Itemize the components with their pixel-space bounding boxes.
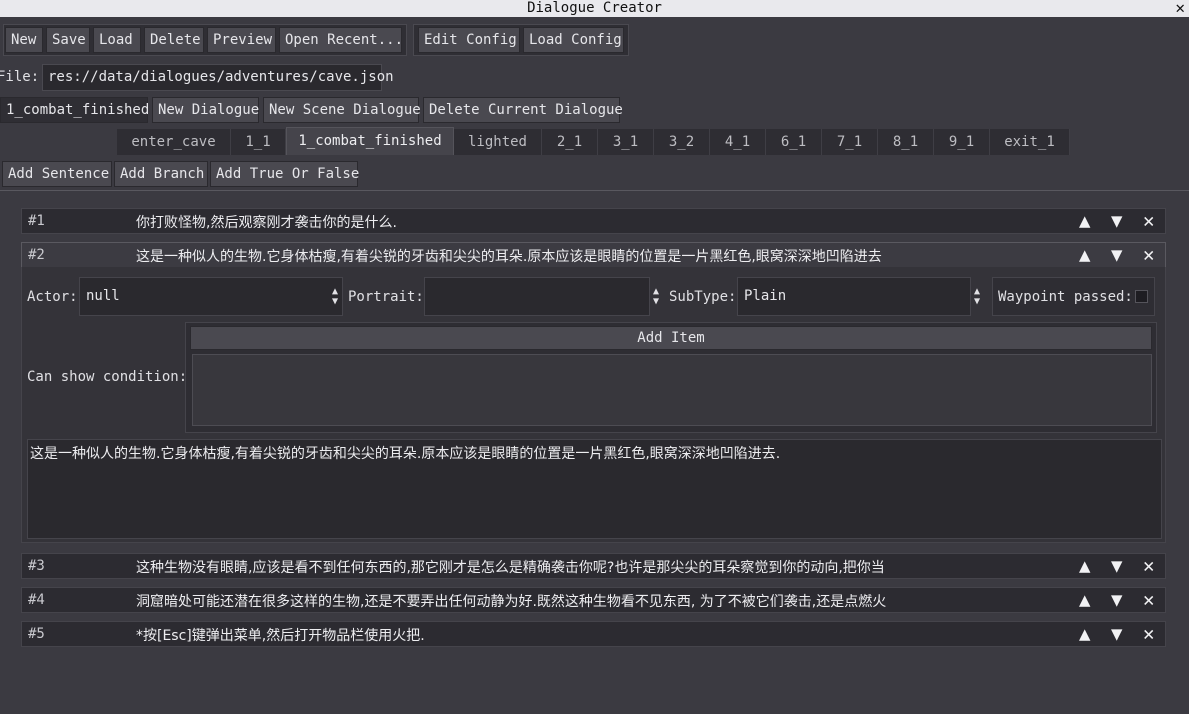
- waypoint-group: Waypoint passed:: [992, 277, 1155, 316]
- arrow-up-icon[interactable]: ▲: [1079, 555, 1090, 577]
- window-titlebar: Dialogue Creator ✕: [0, 0, 1189, 17]
- file-toolbar: New Save Load Delete Preview Open Recent…: [3, 24, 407, 56]
- close-icon[interactable]: ✕: [1143, 555, 1154, 577]
- add-branch-button[interactable]: Add Branch: [114, 161, 208, 187]
- close-icon[interactable]: ✕: [1143, 589, 1154, 611]
- close-icon[interactable]: ✕: [1143, 623, 1154, 645]
- tab-enter-cave[interactable]: enter_cave: [117, 129, 231, 155]
- new-scene-dialogue-button[interactable]: New Scene Dialogue: [263, 97, 421, 123]
- portrait-select[interactable]: [424, 277, 650, 316]
- sentence-row[interactable]: #4 洞窟暗处可能还潜在很多这样的生物,还是不要弄出任何动静为好.既然这种生物看…: [21, 587, 1166, 613]
- sentence-number: #5: [28, 626, 45, 642]
- open-recent-button[interactable]: Open Recent...: [279, 27, 403, 53]
- updown-spinner-icon[interactable]: ▲ ▼: [332, 277, 338, 316]
- arrow-down-icon[interactable]: ▼: [1111, 210, 1122, 232]
- can-show-condition-label: Can show condition:: [27, 369, 188, 385]
- edit-config-button[interactable]: Edit Config: [418, 27, 520, 53]
- new-dialogue-button[interactable]: New Dialogue: [152, 97, 259, 123]
- file-label: File:: [0, 69, 40, 85]
- arrow-down-icon[interactable]: ▼: [1111, 589, 1122, 611]
- condition-container: Add Item: [185, 322, 1157, 433]
- close-icon[interactable]: ✕: [1143, 210, 1154, 232]
- add-true-or-false-button[interactable]: Add True Or False: [210, 161, 359, 187]
- delete-current-dialogue-button[interactable]: Delete Current Dialogue: [423, 97, 623, 123]
- sentence-text[interactable]: *按[Esc]键弹出菜单,然后打开物品栏使用火把.: [136, 625, 1016, 645]
- condition-list[interactable]: [192, 354, 1152, 426]
- actor-select[interactable]: null: [79, 277, 343, 316]
- tab-3-1[interactable]: 3_1: [598, 129, 654, 155]
- preview-button[interactable]: Preview: [207, 27, 276, 53]
- tab-3-2[interactable]: 3_2: [654, 129, 710, 155]
- new-button[interactable]: New: [5, 27, 43, 53]
- updown-spinner-icon[interactable]: ▲ ▼: [653, 277, 659, 316]
- window-close-icon[interactable]: ✕: [1175, 0, 1185, 16]
- tab-1-combat-finished[interactable]: 1_combat_finished: [286, 127, 454, 155]
- add-item-button[interactable]: Add Item: [190, 326, 1152, 350]
- current-dialogue-selector[interactable]: 1_combat_finished: [0, 97, 149, 123]
- sentence-number: #3: [28, 558, 45, 574]
- actor-label: Actor:: [27, 289, 78, 305]
- save-button[interactable]: Save: [46, 27, 90, 53]
- arrow-down-icon[interactable]: ▼: [1111, 555, 1122, 577]
- delete-button[interactable]: Delete: [144, 27, 204, 53]
- tab-lighted[interactable]: lighted: [454, 129, 542, 155]
- actor-value: null: [86, 288, 120, 304]
- sentence-text[interactable]: 这是一种似人的生物.它身体枯瘦,有着尖锐的牙齿和尖尖的耳朵.原本应该是眼睛的位置…: [136, 246, 1016, 266]
- tab-1-1[interactable]: 1_1: [231, 129, 286, 155]
- sentence-text[interactable]: 这种生物没有眼睛,应该是看不到任何东西的,那它刚才是怎么是精确袭击你呢?也许是那…: [136, 557, 1016, 577]
- waypoint-checkbox[interactable]: [1135, 290, 1148, 303]
- sentence-editor-panel: Actor: null ▲ ▼ Portrait: ▲ ▼ SubType: Pla…: [21, 267, 1166, 543]
- subtype-value: Plain: [744, 288, 787, 304]
- tab-7-1[interactable]: 7_1: [822, 129, 878, 155]
- portrait-label: Portrait:: [348, 289, 424, 305]
- tab-8-1[interactable]: 8_1: [878, 129, 934, 155]
- separator: [0, 190, 1189, 191]
- arrow-up-icon[interactable]: ▲: [1079, 589, 1090, 611]
- window-title: Dialogue Creator: [527, 0, 662, 16]
- tab-exit-1[interactable]: exit_1: [990, 129, 1070, 155]
- arrow-up-icon[interactable]: ▲: [1079, 244, 1090, 266]
- sentence-number: #4: [28, 592, 45, 608]
- subtype-select[interactable]: Plain: [737, 277, 971, 316]
- close-icon[interactable]: ✕: [1143, 244, 1154, 266]
- sentence-text[interactable]: 洞窟暗处可能还潜在很多这样的生物,还是不要弄出任何动静为好.既然这种生物看不见东…: [136, 591, 1016, 611]
- sentence-number: #1: [28, 213, 45, 229]
- sentence-row[interactable]: #5 *按[Esc]键弹出菜单,然后打开物品栏使用火把. ▲ ▼ ✕: [21, 621, 1166, 647]
- arrow-up-icon[interactable]: ▲: [1079, 623, 1090, 645]
- arrow-down-icon[interactable]: ▼: [1111, 623, 1122, 645]
- sentence-row-expanded[interactable]: #2 这是一种似人的生物.它身体枯瘦,有着尖锐的牙齿和尖尖的耳朵.原本应该是眼睛…: [21, 242, 1166, 268]
- sentence-row[interactable]: #3 这种生物没有眼睛,应该是看不到任何东西的,那它刚才是怎么是精确袭击你呢?也…: [21, 553, 1166, 579]
- subtype-label: SubType:: [669, 289, 737, 305]
- arrow-up-icon[interactable]: ▲: [1079, 210, 1090, 232]
- sentence-text-editor[interactable]: 这是一种似人的生物.它身体枯瘦,有着尖锐的牙齿和尖尖的耳朵.原本应该是眼睛的位置…: [27, 439, 1162, 539]
- config-toolbar: Edit Config Load Config: [413, 24, 629, 56]
- load-button[interactable]: Load: [93, 27, 141, 53]
- tab-4-1[interactable]: 4_1: [710, 129, 766, 155]
- waypoint-label: Waypoint passed:: [998, 289, 1133, 305]
- sentence-text[interactable]: 你打败怪物,然后观察刚才袭击你的是什么.: [136, 212, 1016, 232]
- tab-2-1[interactable]: 2_1: [542, 129, 598, 155]
- file-path-field[interactable]: res://data/dialogues/adventures/cave.jso…: [42, 64, 394, 91]
- updown-spinner-icon[interactable]: ▲ ▼: [974, 277, 980, 316]
- arrow-down-icon[interactable]: ▼: [1111, 244, 1122, 266]
- tab-6-1[interactable]: 6_1: [766, 129, 822, 155]
- load-config-button[interactable]: Load Config: [523, 27, 624, 53]
- tab-9-1[interactable]: 9_1: [934, 129, 990, 155]
- sentence-row[interactable]: #1 你打败怪物,然后观察刚才袭击你的是什么. ▲ ▼ ✕: [21, 208, 1166, 234]
- add-sentence-button[interactable]: Add Sentence: [2, 161, 112, 187]
- sentence-number: #2: [28, 247, 45, 263]
